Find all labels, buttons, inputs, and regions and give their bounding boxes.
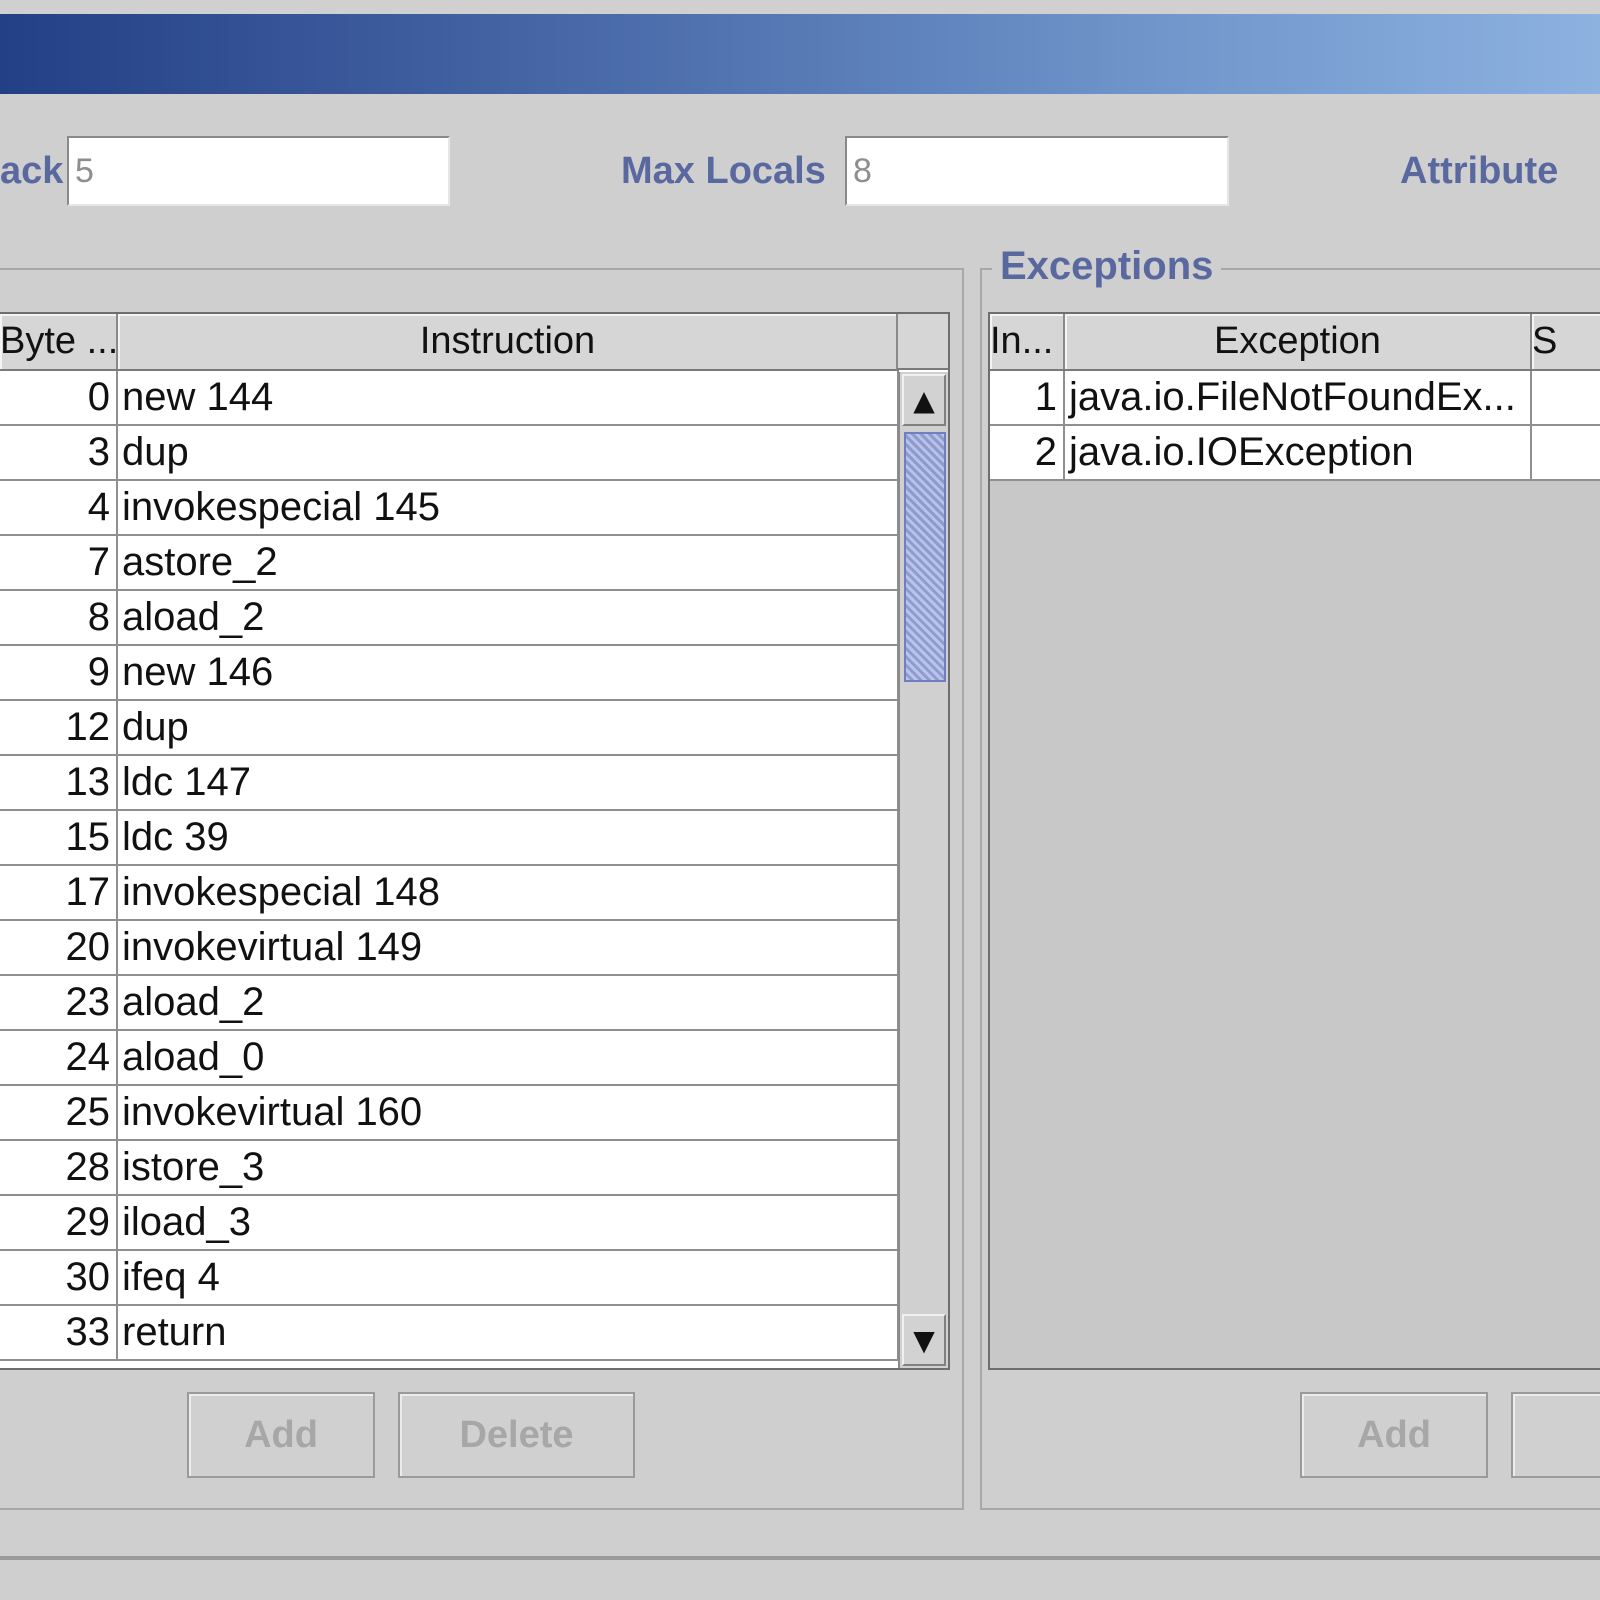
instruction: dup <box>117 700 899 756</box>
delete-instruction-button[interactable]: Delete <box>398 1392 635 1478</box>
table-row[interactable]: 17 invokespecial 148 <box>0 865 899 921</box>
instruction: aload_0 <box>117 1030 899 1086</box>
arrow-up-icon: ▲ <box>913 383 935 417</box>
instruction: return <box>117 1305 899 1361</box>
table-row[interactable]: 4 invokespecial 145 <box>0 480 899 536</box>
column-header-byte[interactable]: Byte ... <box>0 314 118 371</box>
table-row[interactable]: 1 java.io.FileNotFoundEx... <box>990 370 1600 426</box>
code-table-header: Byte ... Instruction <box>0 314 899 371</box>
byte-offset: 4 <box>0 480 118 536</box>
column-header-s[interactable]: S <box>1531 314 1600 371</box>
byte-offset: 20 <box>0 920 118 976</box>
byte-offset: 13 <box>0 755 118 811</box>
column-header-index[interactable]: In... <box>990 314 1065 371</box>
scroll-up-button[interactable]: ▲ <box>902 374 946 426</box>
table-row[interactable]: 13 ldc 147 <box>0 755 899 811</box>
attributes-label: Attribute <box>1400 150 1559 192</box>
byte-offset: 0 <box>0 370 118 426</box>
byte-offset: 8 <box>0 590 118 646</box>
instruction: aload_2 <box>117 975 899 1031</box>
table-row[interactable]: 28 istore_3 <box>0 1140 899 1196</box>
second-exception-button[interactable] <box>1511 1392 1600 1478</box>
byte-offset: 30 <box>0 1250 118 1306</box>
exception-extra-cell <box>1531 425 1600 481</box>
add-instruction-button[interactable]: Add <box>187 1392 375 1478</box>
exception-index: 1 <box>990 370 1065 426</box>
instruction: aload_2 <box>117 590 899 646</box>
byte-offset: 12 <box>0 700 118 756</box>
table-row[interactable]: 23 aload_2 <box>0 975 899 1031</box>
column-header-exception[interactable]: Exception <box>1064 314 1532 371</box>
byte-offset: 17 <box>0 865 118 921</box>
instruction: invokespecial 148 <box>117 865 899 921</box>
max-stack-field[interactable]: 5 <box>67 136 450 206</box>
instruction: invokespecial 145 <box>117 480 899 536</box>
table-row[interactable]: 25 invokevirtual 160 <box>0 1085 899 1141</box>
table-row[interactable]: 29 iload_3 <box>0 1195 899 1251</box>
exceptions-table-header: In... Exception S <box>990 314 1600 371</box>
scroll-down-button[interactable]: ▼ <box>902 1314 946 1366</box>
arrow-down-icon: ▼ <box>913 1323 935 1357</box>
instruction: ifeq 4 <box>117 1250 899 1306</box>
instruction: dup <box>117 425 899 481</box>
byte-offset: 23 <box>0 975 118 1031</box>
instruction: astore_2 <box>117 535 899 591</box>
exception-extra-cell <box>1531 370 1600 426</box>
code-table[interactable]: Byte ... Instruction 0 new 144 3 dup 4 invo… <box>0 312 950 1370</box>
scroll-thumb[interactable] <box>904 432 946 682</box>
instruction: new 146 <box>117 645 899 701</box>
byte-offset: 29 <box>0 1195 118 1251</box>
exceptions-title: Exceptions <box>992 244 1222 289</box>
byte-offset: 7 <box>0 535 118 591</box>
byte-offset: 28 <box>0 1140 118 1196</box>
exception-name: java.io.FileNotFoundEx... <box>1064 370 1532 426</box>
max-stack-label: ack <box>0 150 64 192</box>
table-row[interactable]: 12 dup <box>0 700 899 756</box>
table-row[interactable]: 33 return <box>0 1305 899 1361</box>
table-row[interactable]: 24 aload_0 <box>0 1030 899 1086</box>
table-row[interactable]: 7 astore_2 <box>0 535 899 591</box>
column-header-instruction[interactable]: Instruction <box>117 314 899 371</box>
byte-offset: 24 <box>0 1030 118 1086</box>
code-table-scrollbar[interactable]: ▲ ▼ <box>898 372 948 1368</box>
max-locals-field[interactable]: 8 <box>845 136 1229 206</box>
table-row[interactable]: 20 invokevirtual 149 <box>0 920 899 976</box>
window-title-bar[interactable] <box>0 0 1600 100</box>
instruction: invokevirtual 149 <box>117 920 899 976</box>
table-row[interactable]: 0 new 144 <box>0 370 899 426</box>
instruction: invokevirtual 160 <box>117 1085 899 1141</box>
instruction: ldc 147 <box>117 755 899 811</box>
exceptions-table[interactable]: In... Exception S 1 java.io.FileNotFound… <box>988 312 1600 1370</box>
instruction: istore_3 <box>117 1140 899 1196</box>
byte-offset: 3 <box>0 425 118 481</box>
table-row[interactable]: 2 java.io.IOException <box>990 425 1600 481</box>
add-exception-button[interactable]: Add <box>1300 1392 1488 1478</box>
max-locals-label: Max Locals <box>621 150 826 192</box>
title-gradient <box>0 14 1600 94</box>
table-row[interactable]: 3 dup <box>0 425 899 481</box>
exception-name: java.io.IOException <box>1064 425 1532 481</box>
bottom-divider <box>0 1556 1600 1560</box>
instruction: iload_3 <box>117 1195 899 1251</box>
table-header-corner <box>896 314 948 370</box>
instruction: new 144 <box>117 370 899 426</box>
byte-offset: 15 <box>0 810 118 866</box>
exception-index: 2 <box>990 425 1065 481</box>
byte-offset: 9 <box>0 645 118 701</box>
table-row[interactable]: 9 new 146 <box>0 645 899 701</box>
table-row[interactable]: 15 ldc 39 <box>0 810 899 866</box>
byte-offset: 33 <box>0 1305 118 1361</box>
instruction: ldc 39 <box>117 810 899 866</box>
table-row[interactable]: 30 ifeq 4 <box>0 1250 899 1306</box>
byte-offset: 25 <box>0 1085 118 1141</box>
table-row[interactable]: 8 aload_2 <box>0 590 899 646</box>
